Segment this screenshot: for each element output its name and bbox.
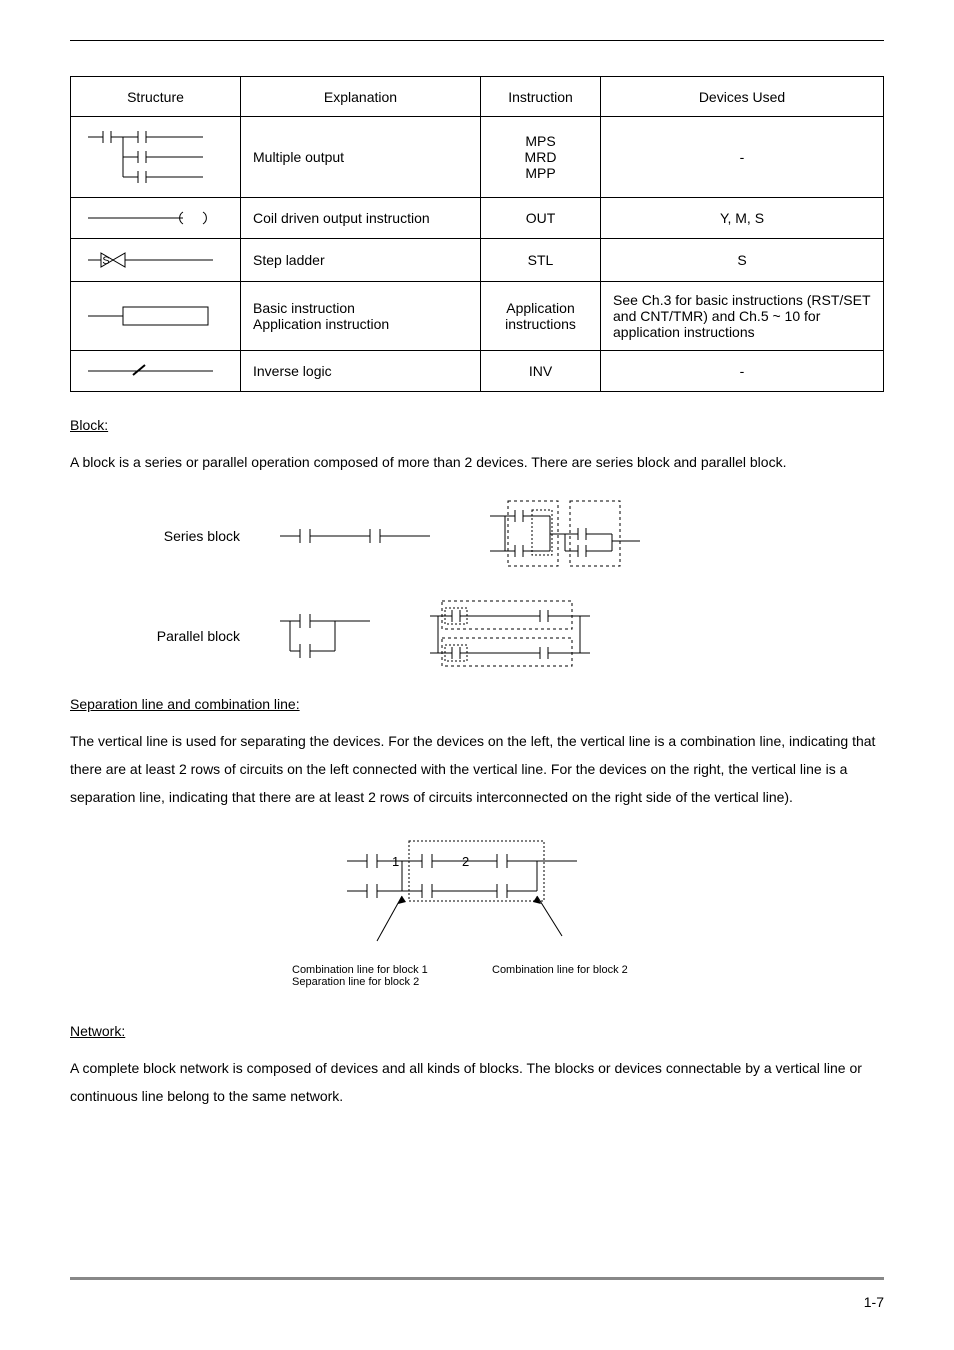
block-text: A block is a series or parallel operatio…: [70, 448, 884, 476]
table-row: Inverse logic INV -: [71, 351, 884, 392]
separation-text: The vertical line is used for separating…: [70, 727, 884, 811]
th-explanation: Explanation: [241, 77, 481, 117]
separation-diagram-icon: 1 2: [347, 836, 607, 956]
page-number: 1-7: [864, 1294, 884, 1310]
series-block-label: Series block: [70, 528, 250, 544]
table-row: Multiple output MPS MRD MPP -: [71, 117, 884, 198]
block-num-2: 2: [462, 854, 469, 869]
table-row: Coil driven output instruction OUT Y, M,…: [71, 198, 884, 239]
table-row: Basic instruction Application instructio…: [71, 282, 884, 351]
inverse-logic-icon: [83, 361, 223, 381]
coil-output-icon: [83, 208, 223, 228]
th-devices: Devices Used: [601, 77, 884, 117]
series-block-dashed-icon: [490, 496, 640, 576]
multiple-output-icon: [83, 127, 223, 187]
separation-title: Separation line and combination line:: [70, 696, 884, 712]
parallel-block-simple-icon: [280, 606, 370, 666]
sep-label-right: Combination line for block 2: [492, 964, 662, 988]
parallel-block-dashed-icon: [430, 596, 590, 676]
th-structure: Structure: [71, 77, 241, 117]
series-block-simple-icon: [280, 521, 430, 551]
step-ladder-icon: S: [83, 249, 223, 271]
basic-instruction-icon: [83, 304, 223, 328]
block-title: Block:: [70, 417, 884, 433]
block-num-1: 1: [392, 854, 399, 869]
network-text: A complete block network is composed of …: [70, 1054, 884, 1110]
svg-text:S: S: [102, 255, 109, 267]
instruction-table: Structure Explanation Instruction Device…: [70, 76, 884, 392]
network-title: Network:: [70, 1023, 884, 1039]
parallel-block-label: Parallel block: [70, 628, 250, 644]
sep-label-left: Combination line for block 1 Separation …: [292, 964, 462, 988]
table-row: S Step ladder STL S: [71, 239, 884, 282]
th-instruction: Instruction: [481, 77, 601, 117]
